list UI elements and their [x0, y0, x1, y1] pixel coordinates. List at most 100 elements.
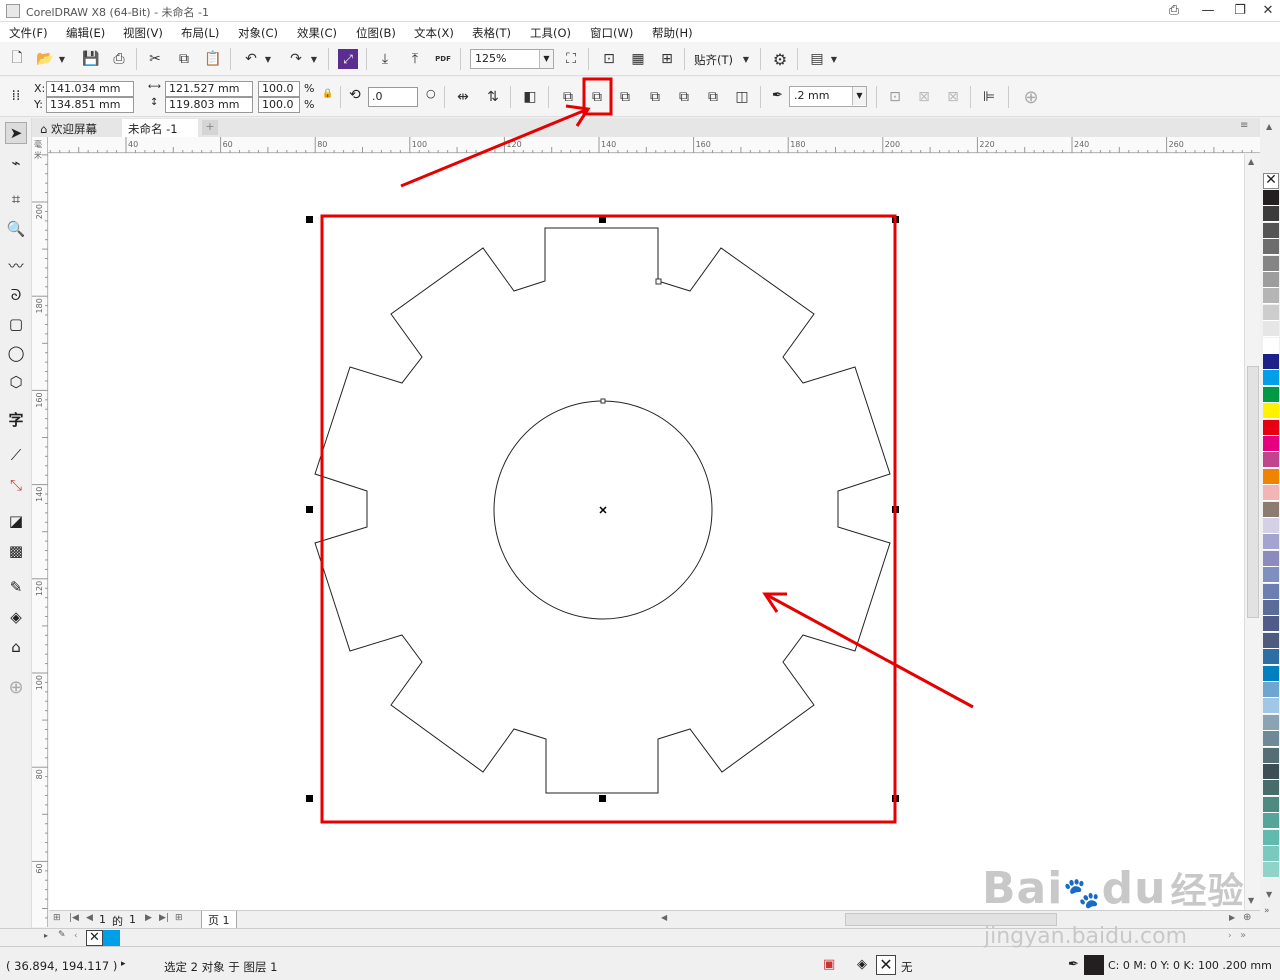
drawing-canvas[interactable] — [49, 154, 1244, 910]
color-proof-icon[interactable]: ▣ — [823, 957, 835, 972]
scroll-up-icon[interactable]: ▲ — [1248, 157, 1254, 166]
palette-swatch[interactable] — [1263, 796, 1279, 813]
add-page-before-icon[interactable]: ⊞ — [53, 913, 61, 923]
palette-swatch[interactable] — [1263, 747, 1279, 764]
scroll-right-icon[interactable]: ▶ — [1229, 913, 1235, 922]
status-expand-icon[interactable]: ▸ — [121, 959, 126, 969]
eyedropper-icon[interactable]: ✎ — [58, 930, 66, 940]
palette-swatch[interactable] — [1263, 813, 1279, 830]
palette-swatch[interactable] — [1263, 386, 1279, 403]
palette-swatch[interactable] — [1263, 829, 1279, 846]
vertical-ruler-ticks: 200 180 160 140 120 100 80 60 — [32, 154, 48, 919]
palette-swatch[interactable] — [1263, 272, 1279, 288]
text-tool-icon[interactable]: 字 — [5, 408, 27, 430]
prev-page-icon[interactable]: ◀ — [86, 913, 93, 923]
total-pages: 1 — [129, 913, 136, 926]
add-page-after-icon[interactable]: ⊞ — [175, 913, 183, 923]
docpal-right-icon[interactable]: › — [1228, 931, 1232, 941]
toolbox: ➤ ⌁ ⌗ 🔍 〰 ᘐ ▢ ◯ ⬡ 字 ⟋ ⤡ ◪ ▩ ✎ ◈ ⌂ ⊕ — [0, 118, 32, 928]
smart-fill-icon[interactable]: ⌂ — [5, 636, 27, 658]
node-handle[interactable] — [600, 398, 606, 404]
first-page-icon[interactable]: |◀ — [69, 913, 79, 923]
palette-swatch[interactable] — [1263, 518, 1279, 534]
ellipse-tool-icon[interactable]: ◯ — [5, 342, 27, 364]
last-page-icon[interactable]: ▶| — [159, 913, 169, 923]
palette-swatch[interactable] — [1263, 632, 1279, 649]
palette-expand-icon[interactable]: » — [1264, 906, 1270, 916]
docpal-expand-icon[interactable]: » — [1240, 930, 1246, 941]
palette-swatch[interactable] — [1263, 616, 1279, 633]
palette-swatch[interactable] — [1263, 583, 1279, 600]
current-page: 1 — [99, 913, 106, 926]
ruler-label: 100 — [35, 675, 44, 690]
palette-swatch[interactable] — [1263, 682, 1279, 698]
palette-swatch[interactable] — [1263, 304, 1279, 321]
drop-shadow-tool-icon[interactable]: ◪ — [5, 510, 27, 532]
outline-color-swatch[interactable] — [1084, 955, 1104, 975]
palette-swatch[interactable] — [1263, 780, 1279, 797]
palette-swatch[interactable] — [1263, 288, 1279, 305]
connector-tool-icon[interactable]: ⤡ — [5, 474, 27, 496]
palette-swatch[interactable] — [1263, 239, 1279, 256]
palette-swatch[interactable] — [1263, 337, 1279, 354]
rectangle-tool-icon[interactable]: ▢ — [5, 313, 27, 335]
interactive-fill-icon[interactable]: ◈ — [5, 606, 27, 628]
palette-scroll-down-icon[interactable]: ▼ — [1266, 890, 1272, 899]
docpal-menu-icon[interactable]: ▸ — [44, 931, 48, 940]
add-tool-icon[interactable]: ⊕ — [5, 676, 27, 698]
freehand-tool-icon[interactable]: 〰 — [5, 254, 27, 276]
palette-swatch[interactable] — [1263, 550, 1279, 567]
palette-swatch[interactable] — [1263, 698, 1279, 715]
palette-swatch[interactable] — [1263, 419, 1279, 436]
palette-swatch[interactable] — [1263, 370, 1279, 387]
scroll-thumb[interactable] — [1247, 366, 1259, 618]
palette-swatch[interactable] — [1263, 567, 1279, 584]
next-page-icon[interactable]: ▶ — [145, 913, 152, 923]
doc-swatch-none[interactable]: ✕ — [86, 930, 103, 946]
dimension-tool-icon[interactable]: ⟋ — [5, 444, 27, 466]
palette-swatch[interactable] — [1263, 846, 1279, 862]
eyedropper-icon[interactable]: ✎ — [5, 576, 27, 598]
palette-swatch[interactable] — [1263, 714, 1279, 731]
ruler-label: 140 — [35, 487, 44, 502]
toolbar-annotation — [400, 77, 613, 188]
polygon-tool-icon[interactable]: ⬡ — [5, 371, 27, 393]
palette-swatch[interactable] — [1263, 862, 1279, 879]
palette-swatch[interactable] — [1263, 534, 1279, 551]
zoom-tool-icon[interactable]: 🔍 — [5, 218, 27, 240]
ruler-label: 180 — [35, 298, 44, 313]
node-handle[interactable] — [655, 278, 662, 285]
palette-swatch[interactable] — [1263, 255, 1279, 272]
transparency-tool-icon[interactable]: ▩ — [5, 540, 27, 562]
palette-swatch[interactable] — [1263, 222, 1279, 239]
palette-swatch[interactable] — [1263, 764, 1279, 780]
palette-swatch[interactable] — [1263, 731, 1279, 748]
scroll-down-icon[interactable]: ▼ — [1248, 896, 1254, 905]
watermark-cn: 经验 — [1170, 871, 1245, 912]
paw-icon: 🐾 — [1063, 876, 1102, 911]
annotation-arrow-icon — [762, 592, 974, 709]
fill-none-swatch[interactable]: ✕ — [876, 955, 896, 975]
artistic-media-icon[interactable]: ᘐ — [5, 284, 27, 306]
palette-swatch[interactable] — [1263, 321, 1279, 338]
no-color-swatch[interactable]: ✕ — [1263, 173, 1279, 189]
palette-swatch[interactable] — [1263, 452, 1279, 469]
palette-swatch[interactable] — [1263, 354, 1279, 370]
doc-swatch-cyan[interactable] — [103, 930, 120, 946]
palette-swatch[interactable] — [1263, 468, 1279, 485]
palette-swatch[interactable] — [1263, 485, 1279, 502]
watermark-url: jingyan.baidu.com — [984, 924, 1188, 949]
palette-swatch[interactable] — [1263, 501, 1279, 518]
docpal-left-icon[interactable]: ‹ — [74, 931, 78, 941]
palette-swatch[interactable] — [1263, 436, 1279, 452]
watermark-brand: Bai — [982, 863, 1064, 914]
palette-swatch[interactable] — [1263, 600, 1279, 616]
scroll-left-icon[interactable]: ◀ — [661, 913, 667, 922]
vertical-scrollbar[interactable]: ▲ ▼ — [1244, 154, 1260, 910]
palette-swatch[interactable] — [1263, 665, 1279, 682]
palette-swatch[interactable] — [1263, 403, 1279, 420]
palette-swatch[interactable] — [1263, 206, 1279, 223]
palette-swatch[interactable] — [1263, 190, 1279, 206]
palette-scroll-up-icon[interactable]: ▲ — [1266, 122, 1272, 131]
palette-swatch[interactable] — [1263, 649, 1279, 666]
